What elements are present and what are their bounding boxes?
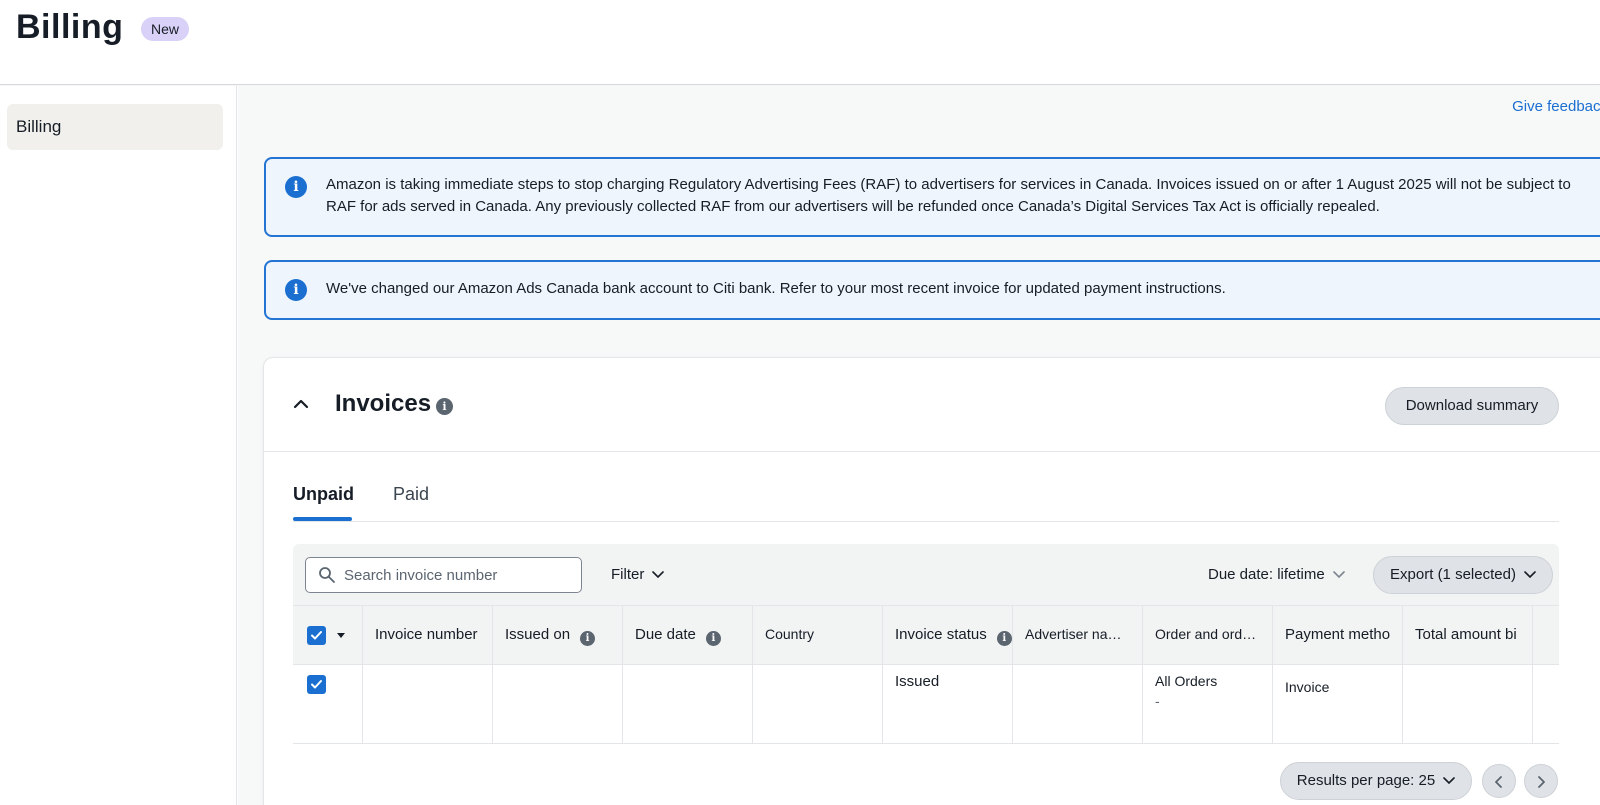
invoices-header: Invoices i Download summary [264,358,1600,452]
search-input[interactable] [344,558,574,592]
sidebar-item-billing[interactable]: Billing [7,104,223,150]
prev-page-button[interactable] [1482,764,1516,798]
new-badge: New [141,17,190,41]
chevron-right-icon [1538,776,1545,788]
column-header[interactable]: Order and ord… [1143,606,1273,664]
column-header[interactable]: Total amount bi [1403,606,1533,664]
collapse-chevron-up-icon[interactable] [289,392,313,416]
alert-text: We've changed our Amazon Ads Canada bank… [326,280,1226,297]
cell-total-amount [1403,665,1533,743]
cell-invoice-number [363,665,493,743]
active-tab-indicator [293,517,352,521]
table-header: Invoice number Issued on i Due date i Coun… [293,605,1559,665]
filter-label: Filter [611,566,645,583]
search-box [305,557,582,593]
tab-paid[interactable]: Paid [393,484,429,505]
results-per-page-label: Results per page: 25 [1296,772,1436,789]
column-header[interactable]: Due date i [623,606,753,664]
cell-due-date [623,665,753,743]
bank-alert: i We've changed our Amazon Ads Canada ba… [264,260,1600,320]
info-icon[interactable]: i [580,631,596,646]
cell-order: All Orders - [1143,665,1273,743]
export-button[interactable]: Export (1 selected) [1373,556,1553,594]
invoice-tabs: Unpaid Paid [293,474,1559,522]
tab-unpaid[interactable]: Unpaid [293,484,354,505]
invoices-title: Invoices [335,390,432,417]
give-feedback-link[interactable]: Give feedback [1512,98,1600,115]
pagination: Results per page: 25 [264,762,1600,802]
select-all-column [293,606,363,664]
due-date-dropdown[interactable]: Due date: lifetime [1208,566,1345,583]
raf-alert: i Amazon is taking immediate steps to st… [264,157,1600,237]
info-icon: i [285,176,307,198]
column-header[interactable]: Issued on i [493,606,623,664]
column-header[interactable]: Payment metho [1273,606,1403,664]
table-row[interactable]: Issued All Orders - Invoice [293,665,1559,744]
info-icon: i [285,279,307,301]
column-header[interactable]: Invoice number [363,606,493,664]
filter-button[interactable]: Filter [611,566,665,583]
column-header[interactable]: Advertiser na… [1013,606,1143,664]
column-header [1533,606,1559,664]
chevron-down-icon [1332,566,1345,583]
results-per-page-dropdown[interactable]: Results per page: 25 [1280,762,1472,800]
chevron-left-icon [1495,776,1502,788]
chevron-down-icon [652,566,665,583]
caret-down-icon[interactable] [337,633,345,638]
chevron-down-icon [1443,763,1456,799]
invoices-card: Invoices i Download summary Unpaid Paid … [263,357,1600,805]
invoice-table: Filter Due date: lifetime Export (1 sele… [293,544,1559,744]
cell-status: Issued [883,665,1013,743]
download-summary-button[interactable]: Download summary [1385,387,1559,425]
due-date-label: Due date: lifetime [1208,566,1325,583]
row-checkbox[interactable] [307,675,326,694]
page-title: Billing [16,8,124,46]
select-all-checkbox[interactable] [307,626,326,645]
cell-advertiser [1013,665,1143,743]
column-header[interactable]: Country [753,606,883,664]
info-icon[interactable]: i [996,631,1012,646]
sidebar: Billing [0,86,237,805]
chevron-down-icon [1524,557,1536,593]
cell-country [753,665,883,743]
alert-text: Amazon is taking immediate steps to stop… [326,176,1571,215]
cell-payment-method: Invoice [1273,665,1403,743]
main-content: Give feedback i Amazon is taking immedia… [238,86,1600,805]
info-icon[interactable]: i [436,398,453,415]
top-bar: Billing New [0,0,1600,85]
search-icon [319,567,335,583]
column-header[interactable]: Invoice status i [883,606,1013,664]
next-page-button[interactable] [1524,764,1558,798]
export-label: Export (1 selected) [1390,566,1516,583]
info-icon[interactable]: i [705,631,721,646]
cell-issued-on [493,665,623,743]
